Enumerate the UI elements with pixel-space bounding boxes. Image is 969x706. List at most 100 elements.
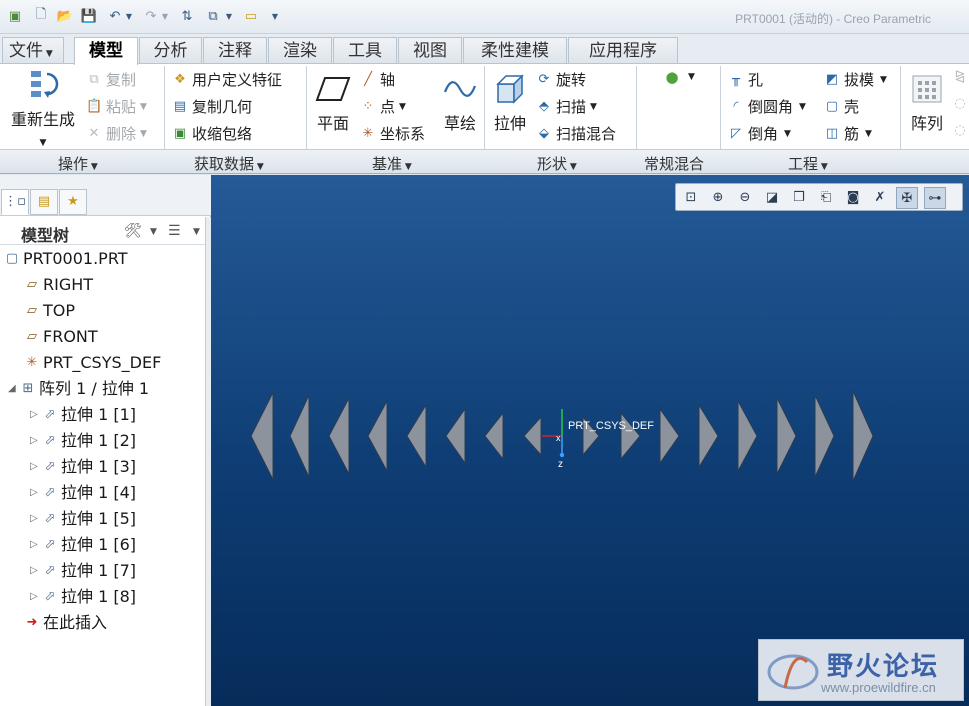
extrude-triangle[interactable] xyxy=(328,397,350,475)
group-shapes[interactable]: 形状 ▼ xyxy=(537,153,577,174)
mirror-button[interactable]: ⧎ xyxy=(952,69,969,85)
datum-csys-button[interactable]: ✳ 坐标系 xyxy=(360,123,425,144)
redo-icon[interactable]: ↷ xyxy=(142,7,160,25)
group-engineering[interactable]: 工程 ▼ xyxy=(788,153,828,174)
regenerate-quick-icon[interactable]: ⇅ xyxy=(178,7,196,25)
extrude-triangle[interactable] xyxy=(289,394,310,478)
expand-arrow-icon[interactable]: ▷ xyxy=(30,403,42,427)
sketch-button[interactable]: 草绘 xyxy=(440,72,480,134)
expand-arrow-icon[interactable]: ▷ xyxy=(30,481,42,505)
tree-item-pattern[interactable]: ◢ ⊞ 阵列 1 / 拉伸 1 xyxy=(8,377,149,401)
tab-model[interactable]: 模型 xyxy=(74,37,138,65)
rib-button[interactable]: ◫ 筋 ▼ xyxy=(824,123,872,144)
expand-arrow-icon[interactable]: ▷ xyxy=(30,507,42,531)
group-datum[interactable]: 基准 ▼ xyxy=(372,153,412,174)
regenerate-button[interactable]: 重新生成 ▼ xyxy=(6,68,80,149)
group-get-data[interactable]: 获取数据 ▼ xyxy=(194,153,264,174)
tree-item-part[interactable]: ▢ PRT0001.PRT xyxy=(4,247,128,271)
datum-axis-button[interactable]: ╱ 轴 xyxy=(360,69,395,90)
datum-point-button[interactable]: ⁘ 点 ▼ xyxy=(360,96,406,117)
extrude-triangle[interactable] xyxy=(250,392,274,480)
hole-button[interactable]: ╥ 孔 xyxy=(728,69,763,90)
open-folder-icon[interactable]: 📂 xyxy=(56,7,74,25)
tree-item-extrude[interactable]: ▷ ⬀ 拉伸 1 [8] xyxy=(30,585,136,609)
expand-arrow-icon[interactable]: ▷ xyxy=(30,585,42,609)
pattern-button[interactable]: 阵列 xyxy=(906,72,948,134)
redo-dropdown-icon[interactable]: ▼ xyxy=(160,7,170,25)
extrude-triangle[interactable] xyxy=(406,403,427,469)
tree-item-extrude[interactable]: ▷ ⬀ 拉伸 1 [4] xyxy=(30,481,136,505)
extrude-triangle[interactable] xyxy=(659,407,680,465)
folder-browser-tab[interactable]: ▤ xyxy=(30,189,58,215)
tree-item-front[interactable]: ▱ FRONT xyxy=(24,325,98,349)
expand-arrow-icon[interactable]: ▷ xyxy=(30,559,42,583)
extrude-triangle[interactable] xyxy=(523,415,542,457)
model-tree-tab[interactable]: ⋮▫ xyxy=(1,189,29,215)
extrude-button[interactable]: 拉伸 xyxy=(490,72,530,134)
tree-item-extrude[interactable]: ▷ ⬀ 拉伸 1 [5] xyxy=(30,507,136,531)
extrude-triangle[interactable] xyxy=(698,403,719,469)
extrude-triangle[interactable] xyxy=(852,390,874,482)
expand-arrow-icon[interactable]: ▷ xyxy=(30,455,42,479)
extrude-triangle[interactable] xyxy=(776,397,797,475)
surface-button[interactable]: ◌ xyxy=(952,123,969,139)
datum-plane-button[interactable]: 平面 xyxy=(312,72,354,134)
tree-columns-dropdown-icon[interactable]: ▼ xyxy=(193,227,200,237)
delete-button[interactable]: ✕ 删除 ▼ xyxy=(86,123,147,144)
extrude-triangle[interactable] xyxy=(484,411,504,461)
expand-arrow-icon[interactable]: ▷ xyxy=(30,533,42,557)
tree-item-extrude[interactable]: ▷ ⬀ 拉伸 1 [2] xyxy=(30,429,136,453)
paste-button[interactable]: 📋 粘贴 ▼ xyxy=(86,96,147,117)
revolve-button[interactable]: ⟳ 旋转 xyxy=(536,69,586,90)
shrinkwrap-button[interactable]: ▣ 收缩包络 xyxy=(172,123,252,144)
group-operations[interactable]: 操作 ▼ xyxy=(58,153,98,174)
tree-item-extrude[interactable]: ▷ ⬀ 拉伸 1 [1] xyxy=(30,403,136,427)
tree-item-right[interactable]: ▱ RIGHT xyxy=(24,273,93,297)
edit-button[interactable]: ◌ xyxy=(952,96,969,112)
close-window-icon[interactable]: ▭ xyxy=(242,7,260,25)
tree-columns-icon[interactable]: ☰ xyxy=(168,223,181,239)
customize-toolbar-icon[interactable]: ▼ xyxy=(270,7,280,25)
tree-settings-icon[interactable]: 🛠 xyxy=(124,223,142,239)
favorites-tab[interactable]: ★ xyxy=(59,189,87,215)
tab-flexible-modeling[interactable]: 柔性建模 xyxy=(463,37,567,64)
extrude-triangle[interactable] xyxy=(367,400,388,472)
save-icon[interactable]: 💾 xyxy=(80,7,98,25)
blend-options-button[interactable]: ● ▼ xyxy=(664,69,694,85)
extrude-triangle[interactable] xyxy=(737,400,758,472)
copy-geometry-button[interactable]: ▤ 复制几何 xyxy=(172,96,252,117)
tab-annotate[interactable]: 注释 xyxy=(203,37,267,64)
copy-button[interactable]: ⧉ 复制 xyxy=(86,69,136,90)
shell-button[interactable]: ▢ 壳 xyxy=(824,96,859,117)
extrude-triangle[interactable] xyxy=(445,407,466,465)
tab-render[interactable]: 渲染 xyxy=(268,37,332,64)
tab-file[interactable]: 文件 ▼ xyxy=(2,37,64,64)
tree-item-extrude[interactable]: ▷ ⬀ 拉伸 1 [6] xyxy=(30,533,136,557)
draft-button[interactable]: ◩ 拔模 ▼ xyxy=(824,69,887,90)
udf-button[interactable]: ❖ 用户定义特征 xyxy=(172,69,282,90)
sweep-button[interactable]: ⬘ 扫描 ▼ xyxy=(536,96,597,117)
expand-arrow-icon[interactable]: ▷ xyxy=(30,429,42,453)
undo-icon[interactable]: ↶ xyxy=(106,7,124,25)
swept-blend-button[interactable]: ⬙ 扫描混合 xyxy=(536,123,616,144)
chamfer-button[interactable]: ◸ 倒角 ▼ xyxy=(728,123,791,144)
tab-analysis[interactable]: 分析 xyxy=(139,37,202,64)
collapse-arrow-icon[interactable]: ◢ xyxy=(8,377,20,401)
tree-item-extrude[interactable]: ▷ ⬀ 拉伸 1 [3] xyxy=(30,455,136,479)
tree-item-insert-here[interactable]: ➜ 在此插入 xyxy=(24,611,107,635)
windows-icon[interactable]: ⧉ xyxy=(204,7,222,25)
round-button[interactable]: ◜ 倒圆角 ▼ xyxy=(728,96,805,117)
tab-applications[interactable]: 应用程序 xyxy=(568,37,678,64)
tree-item-top[interactable]: ▱ TOP xyxy=(24,299,75,323)
tree-item-csys[interactable]: ✳ PRT_CSYS_DEF xyxy=(24,351,162,375)
paste-icon: 📋 xyxy=(86,98,103,114)
tab-tools[interactable]: 工具 xyxy=(333,37,397,64)
graphics-viewport[interactable]: ⊡ ⊕ ⊖ ◪ ❒ ⎗ ◙ ✗ ✠ ⊶ PRT_CSYS_DEF x z 野火论… xyxy=(211,175,969,706)
tree-settings-dropdown-icon[interactable]: ▼ xyxy=(150,227,157,237)
new-file-icon[interactable]: 🗋 xyxy=(32,7,50,25)
tree-item-extrude[interactable]: ▷ ⬀ 拉伸 1 [7] xyxy=(30,559,136,583)
tab-view[interactable]: 视图 xyxy=(398,37,462,64)
extrude-triangle[interactable] xyxy=(814,394,835,478)
undo-dropdown-icon[interactable]: ▼ xyxy=(124,7,134,25)
windows-dropdown-icon[interactable]: ▼ xyxy=(224,7,234,25)
